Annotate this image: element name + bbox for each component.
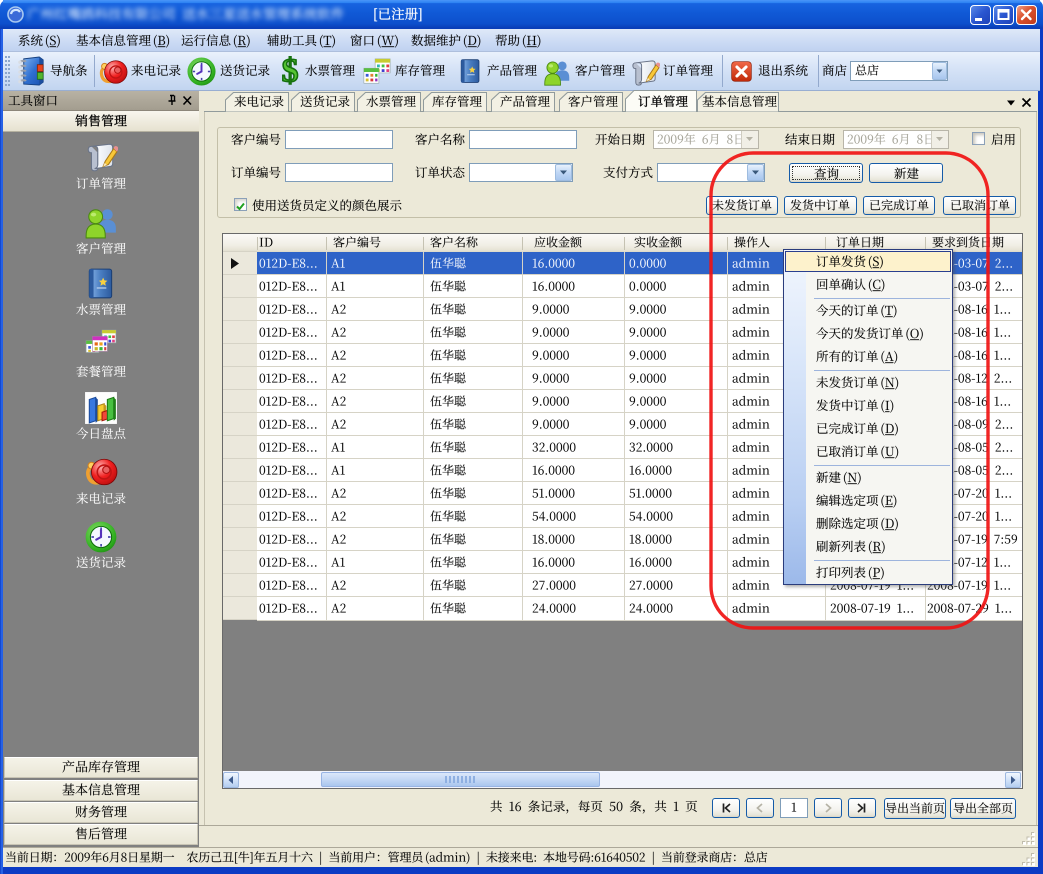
svg-text:$: $ — [282, 56, 299, 86]
